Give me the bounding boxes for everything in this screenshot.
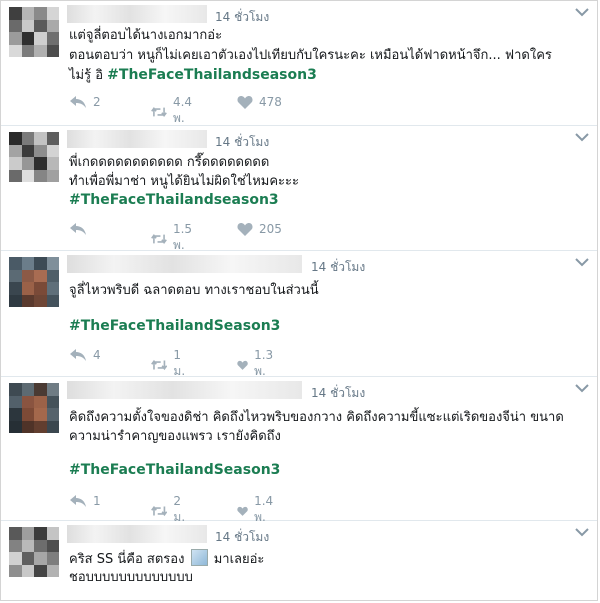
tweet-timestamp[interactable]: 14 ชั่วโมง bbox=[215, 528, 269, 547]
like-button[interactable]: 478 bbox=[237, 95, 282, 109]
tweet-timestamp[interactable]: 14 ชั่วโมง bbox=[215, 8, 269, 27]
chevron-down-icon[interactable] bbox=[575, 527, 589, 537]
chevron-down-icon[interactable] bbox=[575, 257, 589, 267]
reply-count: 1 bbox=[93, 494, 101, 508]
tweet-text-fragment: คริส SS นี่คือ สตรอง bbox=[69, 552, 185, 567]
reply-icon bbox=[70, 349, 86, 361]
retweet-icon bbox=[151, 505, 168, 516]
tweet-timestamp[interactable]: 14 ชั่วโมง bbox=[311, 258, 365, 277]
tweet-text-line: แต่จูลี่ตอบได้นางเอกมากอ่ะ bbox=[69, 28, 223, 43]
avatar[interactable] bbox=[9, 527, 59, 577]
author-name-blurred[interactable] bbox=[67, 525, 207, 543]
author-name-blurred[interactable] bbox=[67, 5, 207, 23]
retweet-count: 4.4 พ. bbox=[172, 95, 193, 125]
like-icon bbox=[237, 96, 253, 109]
tweet-text-line: ชอบบบบบบบบบบบบบ bbox=[69, 570, 193, 585]
reply-icon bbox=[70, 96, 86, 108]
tweet-text-line: ไม่รู้ อิ #TheFaceThailandseason3 bbox=[69, 66, 317, 85]
tweet-card[interactable]: 14 ชั่วโมง จูลี่ไหวพริบดี ฉลาดตอบ ทางเรา… bbox=[1, 251, 597, 378]
hashtag-link[interactable]: #TheFaceThailandseason3 bbox=[69, 192, 279, 208]
author-name-blurred[interactable] bbox=[67, 130, 207, 148]
reply-button[interactable]: 1 bbox=[69, 494, 101, 508]
tweet-text-line: ทำเพื่อพี่มาช่า หนูได้ยินไม่ผิดใช่ไหมคะะ… bbox=[69, 174, 299, 189]
tweet-timestamp[interactable]: 14 ชั่วโมง bbox=[215, 133, 269, 152]
chevron-down-icon[interactable] bbox=[575, 383, 589, 393]
reply-count: 4 bbox=[93, 348, 101, 362]
tweet-text-line: คริส SS นี่คือ สตรอง มาเลยอ่ะ bbox=[69, 549, 264, 569]
tweet-text-line: พี่เกดดดดดดดดดดด กรี๊ดดดดดดดด bbox=[69, 155, 270, 170]
like-count: 478 bbox=[259, 95, 282, 109]
tweet-timeline: 14 ชั่วโมง แต่จูลี่ตอบได้นางเอกมากอ่ะ ตอ… bbox=[0, 0, 598, 601]
author-name-blurred[interactable] bbox=[67, 381, 302, 399]
hashtag-link[interactable]: #TheFaceThailandseason3 bbox=[107, 67, 317, 83]
avatar[interactable] bbox=[9, 132, 59, 182]
reply-button[interactable]: 4 bbox=[69, 348, 101, 362]
tweet-timestamp[interactable]: 14 ชั่วโมง bbox=[311, 384, 365, 403]
retweet-icon bbox=[151, 106, 167, 117]
tweet-card[interactable]: 14 ชั่วโมง พี่เกดดดดดดดดดดด กรี๊ดดดดดดดด… bbox=[1, 126, 597, 252]
author-name-blurred[interactable] bbox=[67, 255, 302, 273]
tweet-text-fragment: มาเลยอ่ะ bbox=[213, 552, 265, 567]
avatar[interactable] bbox=[9, 257, 59, 307]
chevron-down-icon[interactable] bbox=[575, 7, 589, 17]
hashtag-link[interactable]: #TheFaceThailandSeason3 bbox=[69, 462, 280, 478]
tweet-text-line: จูลี่ไหวพริบดี ฉลาดตอบ ทางเราชอบในส่วนนี… bbox=[69, 283, 319, 298]
avatar[interactable] bbox=[9, 7, 59, 57]
like-count: 205 bbox=[259, 222, 282, 236]
tweet-text-line: ตอนตอบว่า หนูก็ไม่เคยเอาตัวเองไปเทียบกับ… bbox=[69, 48, 552, 63]
tweet-card[interactable]: 14 ชั่วโมง คริส SS นี่คือ สตรอง มาเลยอ่ะ… bbox=[1, 521, 597, 600]
like-button[interactable]: 205 bbox=[237, 222, 282, 236]
hashtag-link[interactable]: #TheFaceThailandSeason3 bbox=[69, 318, 280, 334]
tweet-text-line: คิดถึงความตั้งใจของดิช่า คิดถึงไหวพริบขอ… bbox=[69, 410, 564, 425]
chevron-down-icon[interactable] bbox=[575, 132, 589, 142]
broken-image-icon bbox=[190, 549, 208, 566]
tweet-card[interactable]: 14 ชั่วโมง แต่จูลี่ตอบได้นางเอกมากอ่ะ ตอ… bbox=[1, 1, 597, 128]
reply-icon bbox=[70, 495, 86, 507]
tweet-text-fragment: ไม่รู้ อิ bbox=[69, 68, 104, 83]
retweet-icon bbox=[151, 359, 168, 370]
reply-button[interactable]: 2 bbox=[69, 95, 101, 109]
tweet-card[interactable]: 14 ชั่วโมง คิดถึงความตั้งใจของดิช่า คิดถ… bbox=[1, 377, 597, 524]
like-icon bbox=[237, 360, 248, 370]
reply-count: 2 bbox=[93, 95, 101, 109]
reply-button[interactable] bbox=[69, 222, 93, 236]
retweet-button[interactable]: 4.4 พ. bbox=[151, 95, 198, 128]
like-icon bbox=[237, 223, 253, 236]
like-icon bbox=[237, 506, 248, 516]
reply-icon bbox=[70, 223, 86, 235]
retweet-icon bbox=[151, 233, 167, 244]
tweet-text-line: ความน่ารำคาญของแพรว เรายังคิดถึง bbox=[69, 429, 281, 444]
avatar[interactable] bbox=[9, 383, 59, 433]
